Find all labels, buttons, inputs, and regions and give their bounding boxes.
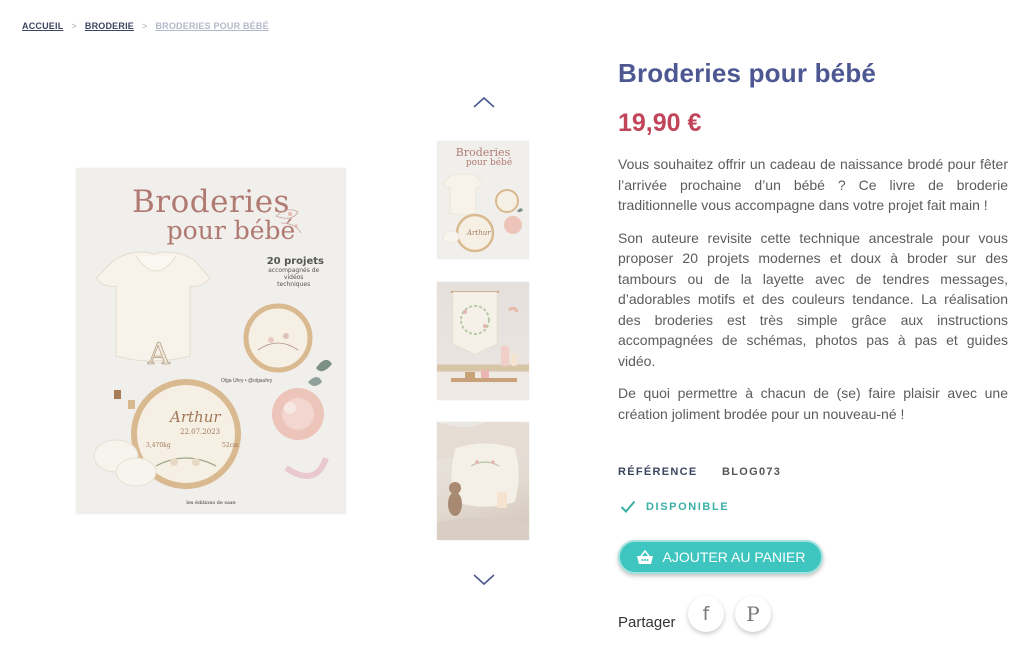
thumbnail-cover[interactable]: Broderies pour bébé Arthur: [437, 141, 529, 259]
cover-badge-subtitle: accompagnés de vidéos techniques: [268, 267, 320, 288]
product-title: Broderies pour bébé: [618, 58, 877, 88]
description-paragraph: Son auteure revisite cette technique anc…: [618, 229, 1008, 369]
hoop-weight: 3,470kg: [146, 442, 171, 449]
breadcrumb-current: BRODERIES POUR BÉBÉ: [155, 21, 269, 31]
product-reference: RÉFÉRENCE BLOG073: [618, 466, 780, 478]
floral-ornament: A: [93, 209, 332, 489]
svg-text:Arthur: Arthur: [466, 229, 491, 237]
availability-status: DISPONIBLE: [620, 500, 729, 513]
breadcrumb-category-link[interactable]: BRODERIE: [85, 21, 134, 31]
hoop-date: 22.07.2023: [180, 428, 221, 436]
add-to-cart-button[interactable]: AJOUTER AU PANIER: [618, 540, 823, 574]
thumbnail-cover-art: Arthur: [442, 173, 523, 253]
reference-value: BLOG073: [722, 466, 782, 478]
svg-text:A: A: [147, 337, 170, 372]
chevron-down-icon[interactable]: [472, 573, 496, 587]
hoop-size: 52cm: [222, 442, 239, 449]
reference-label: RÉFÉRENCE: [618, 466, 698, 478]
availability-label: DISPONIBLE: [646, 500, 730, 513]
check-icon: [620, 500, 636, 513]
pinterest-icon: P: [746, 602, 760, 626]
cover-badge: 20 projets accompagnés de vidéos techniq…: [267, 256, 324, 288]
cover-publisher: les éditions de saxe: [186, 500, 236, 506]
breadcrumb-home-link[interactable]: ACCUEIL: [22, 21, 63, 31]
thumbnail-banner[interactable]: [437, 282, 529, 400]
hoop-name: Arthur: [170, 408, 221, 426]
main-product-image[interactable]: Broderies pour bébé A 20 projets accompa…: [76, 168, 346, 514]
thumbnail-cushion-art: [437, 422, 529, 540]
thumbnail-banner-art: [451, 291, 519, 382]
breadcrumb-separator: >: [71, 21, 77, 31]
cover-badge-title: 20 projets: [266, 256, 324, 267]
share-label: Partager: [618, 614, 676, 631]
description-paragraph: Vous souhaitez offrir un cadeau de naiss…: [618, 156, 1008, 213]
chevron-up-icon[interactable]: [472, 95, 496, 109]
thumbnail-cushion[interactable]: [437, 422, 529, 540]
facebook-share-button[interactable]: f: [688, 596, 724, 632]
add-to-cart-label: AJOUTER AU PANIER: [662, 549, 806, 565]
facebook-icon: f: [702, 603, 710, 625]
breadcrumb: ACCUEIL > BRODERIE > BRODERIES POUR BÉBÉ: [22, 21, 269, 31]
basket-icon: [636, 549, 653, 564]
pinterest-share-button[interactable]: P: [735, 596, 771, 632]
breadcrumb-separator: >: [141, 21, 148, 31]
cover-author: Olga Uhry • @olgauhry: [221, 378, 273, 384]
description-paragraph: De quoi permettre à chacun de (se) faire…: [618, 385, 1008, 422]
product-price: 19,90 €: [618, 109, 702, 137]
product-description: Vous souhaitez offrir un cadeau de naiss…: [618, 154, 1008, 436]
